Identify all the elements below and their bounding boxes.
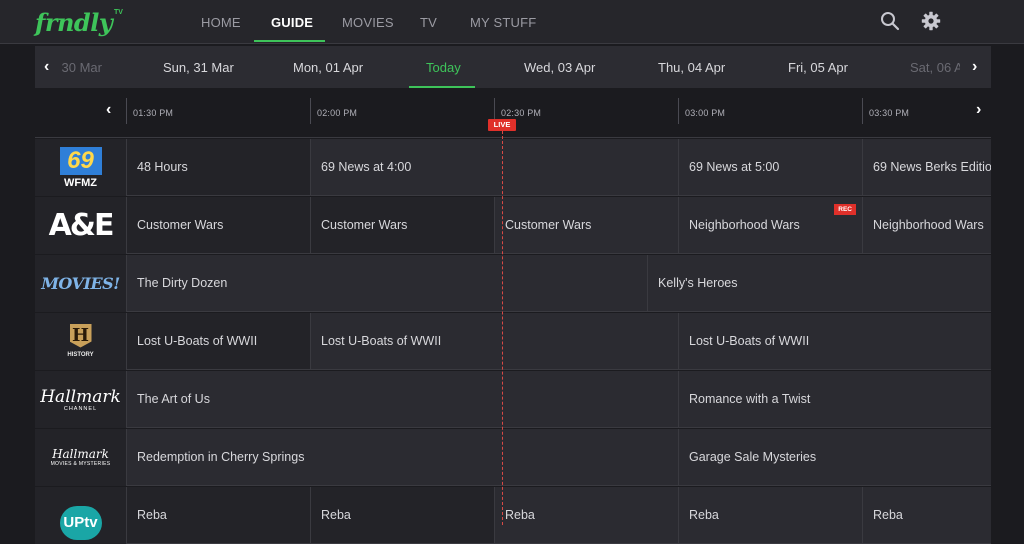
- date-mon-01-apr[interactable]: Mon, 01 Apr: [293, 60, 363, 75]
- time-label: 02:00 PM: [317, 108, 358, 118]
- program-cell[interactable]: Lost U-Boats of WWII: [310, 313, 678, 370]
- program-cell[interactable]: Neighborhood Wars REC: [678, 197, 862, 254]
- date-wed-03-apr[interactable]: Wed, 03 Apr: [524, 60, 595, 75]
- nav-home[interactable]: HOME: [201, 15, 241, 30]
- active-date-indicator: [409, 86, 475, 88]
- current-time-line: [502, 131, 503, 525]
- program-cell[interactable]: Customer Wars: [310, 197, 494, 254]
- date-selector: ‹ Sat, 30 Mar Sun, 31 Mar Mon, 01 Apr To…: [35, 46, 991, 88]
- channel-row-hallmark-mm: Hallmark MOVIES & MYSTERIES Redemption i…: [35, 429, 991, 486]
- nav-guide[interactable]: GUIDE: [271, 15, 313, 30]
- program-cell[interactable]: Neighborhood Wars: [862, 197, 991, 254]
- program-cell[interactable]: 48 Hours: [126, 139, 310, 196]
- channel-row-uptv: UPtv Reba Reba Reba Reba Reba: [35, 487, 991, 544]
- hallmark-logo-script: Hallmark: [40, 386, 121, 407]
- program-cell[interactable]: Reba: [494, 487, 678, 544]
- time-prev-arrow[interactable]: ‹: [106, 101, 111, 119]
- channel-logo-hallmark-mm[interactable]: Hallmark MOVIES & MYSTERIES: [35, 429, 126, 486]
- date-sat-06-apr[interactable]: Sat, 06 Apr: [910, 60, 960, 75]
- channel-row-history: H HISTORY Lost U-Boats of WWII Lost U-Bo…: [35, 313, 991, 370]
- hallmark-mm-logo-sub: MOVIES & MYSTERIES: [50, 461, 111, 467]
- time-label: 03:30 PM: [869, 108, 910, 118]
- channel-row-movies: MOVIES! The Dirty Dozen Kelly's Heroes: [35, 255, 991, 312]
- nav-tv[interactable]: TV: [420, 15, 437, 30]
- channel-logo-history[interactable]: H HISTORY: [35, 313, 126, 370]
- program-cell[interactable]: 69 News at 5:00: [678, 139, 862, 196]
- time-ruler: ‹ 01:30 PM 02:00 PM 02:30 PM 03:00 PM 03…: [35, 98, 991, 138]
- program-cell[interactable]: Reba: [126, 487, 310, 544]
- program-cell[interactable]: 69 News at 4:00: [310, 139, 678, 196]
- channel-row-wfmz: 69 WFMZ 48 Hours 69 News at 4:00 69 News…: [35, 139, 991, 196]
- channel-row-ae: A&E Customer Wars Customer Wars Customer…: [35, 197, 991, 254]
- gear-icon[interactable]: [921, 11, 941, 31]
- nav-my-stuff[interactable]: MY STUFF: [470, 15, 536, 30]
- time-next-arrow[interactable]: ›: [976, 101, 981, 119]
- program-cell[interactable]: The Art of Us: [126, 371, 678, 428]
- program-cell[interactable]: The Dirty Dozen: [126, 255, 647, 312]
- program-cell[interactable]: Reba: [678, 487, 862, 544]
- channel-logo-movies[interactable]: MOVIES!: [35, 255, 126, 312]
- frndly-logo[interactable]: frndly: [35, 8, 113, 37]
- history-logo-mark: H: [69, 323, 92, 348]
- time-tick: [126, 98, 127, 124]
- program-title: Neighborhood Wars: [689, 218, 800, 232]
- nav-movies[interactable]: MOVIES: [342, 15, 394, 30]
- history-logo-text: HISTORY: [67, 351, 94, 358]
- program-cell[interactable]: Romance with a Twist: [678, 371, 991, 428]
- frndly-logo-tv: TV: [114, 9, 123, 16]
- date-prev-arrow[interactable]: ‹: [44, 58, 49, 76]
- date-fri-05-apr[interactable]: Fri, 05 Apr: [788, 60, 848, 75]
- program-cell[interactable]: Redemption in Cherry Springs: [126, 429, 678, 486]
- time-tick: [310, 98, 311, 124]
- time-tick: [862, 98, 863, 124]
- time-label: 02:30 PM: [501, 108, 542, 118]
- uptv-logo: UPtv: [59, 505, 102, 540]
- top-navigation-bar: frndly TV HOME GUIDE MOVIES TV MY STUFF: [0, 0, 1024, 44]
- program-cell[interactable]: Lost U-Boats of WWII: [678, 313, 991, 370]
- time-tick: [678, 98, 679, 124]
- time-label: 01:30 PM: [133, 108, 174, 118]
- date-today[interactable]: Today: [426, 60, 461, 75]
- search-icon[interactable]: [880, 11, 900, 31]
- active-nav-indicator: [254, 40, 325, 42]
- live-badge: LIVE: [488, 119, 516, 131]
- program-cell[interactable]: Reba: [310, 487, 494, 544]
- hallmark-mm-logo-script: Hallmark: [52, 447, 109, 461]
- channel-logo-ae[interactable]: A&E: [35, 197, 126, 254]
- rec-badge: REC: [834, 204, 856, 215]
- time-label: 03:00 PM: [685, 108, 726, 118]
- movies-logo: MOVIES!: [41, 274, 120, 293]
- date-next-arrow[interactable]: ›: [972, 58, 977, 76]
- channel-logo-hallmark[interactable]: Hallmark CHANNEL: [35, 371, 126, 428]
- channel-logo-uptv[interactable]: UPtv: [35, 487, 126, 544]
- program-cell[interactable]: Kelly's Heroes: [647, 255, 991, 312]
- program-cell[interactable]: Lost U-Boats of WWII: [126, 313, 310, 370]
- wfmz-logo-text: WFMZ: [64, 176, 97, 189]
- program-cell[interactable]: Reba: [862, 487, 991, 544]
- channel-row-hallmark: Hallmark CHANNEL The Art of Us Romance w…: [35, 371, 991, 428]
- ae-logo: A&E: [48, 208, 115, 243]
- program-cell[interactable]: Customer Wars: [126, 197, 310, 254]
- channel-logo-wfmz[interactable]: 69 WFMZ: [35, 139, 126, 196]
- wfmz-logo-number: 69: [59, 146, 102, 175]
- program-cell[interactable]: Garage Sale Mysteries: [678, 429, 991, 486]
- date-thu-04-apr[interactable]: Thu, 04 Apr: [658, 60, 725, 75]
- program-cell[interactable]: 69 News Berks Edition: [862, 139, 991, 196]
- program-cell[interactable]: Customer Wars: [494, 197, 678, 254]
- date-sat-30-mar[interactable]: Sat, 30 Mar: [62, 60, 102, 75]
- date-sun-31-mar[interactable]: Sun, 31 Mar: [163, 60, 234, 75]
